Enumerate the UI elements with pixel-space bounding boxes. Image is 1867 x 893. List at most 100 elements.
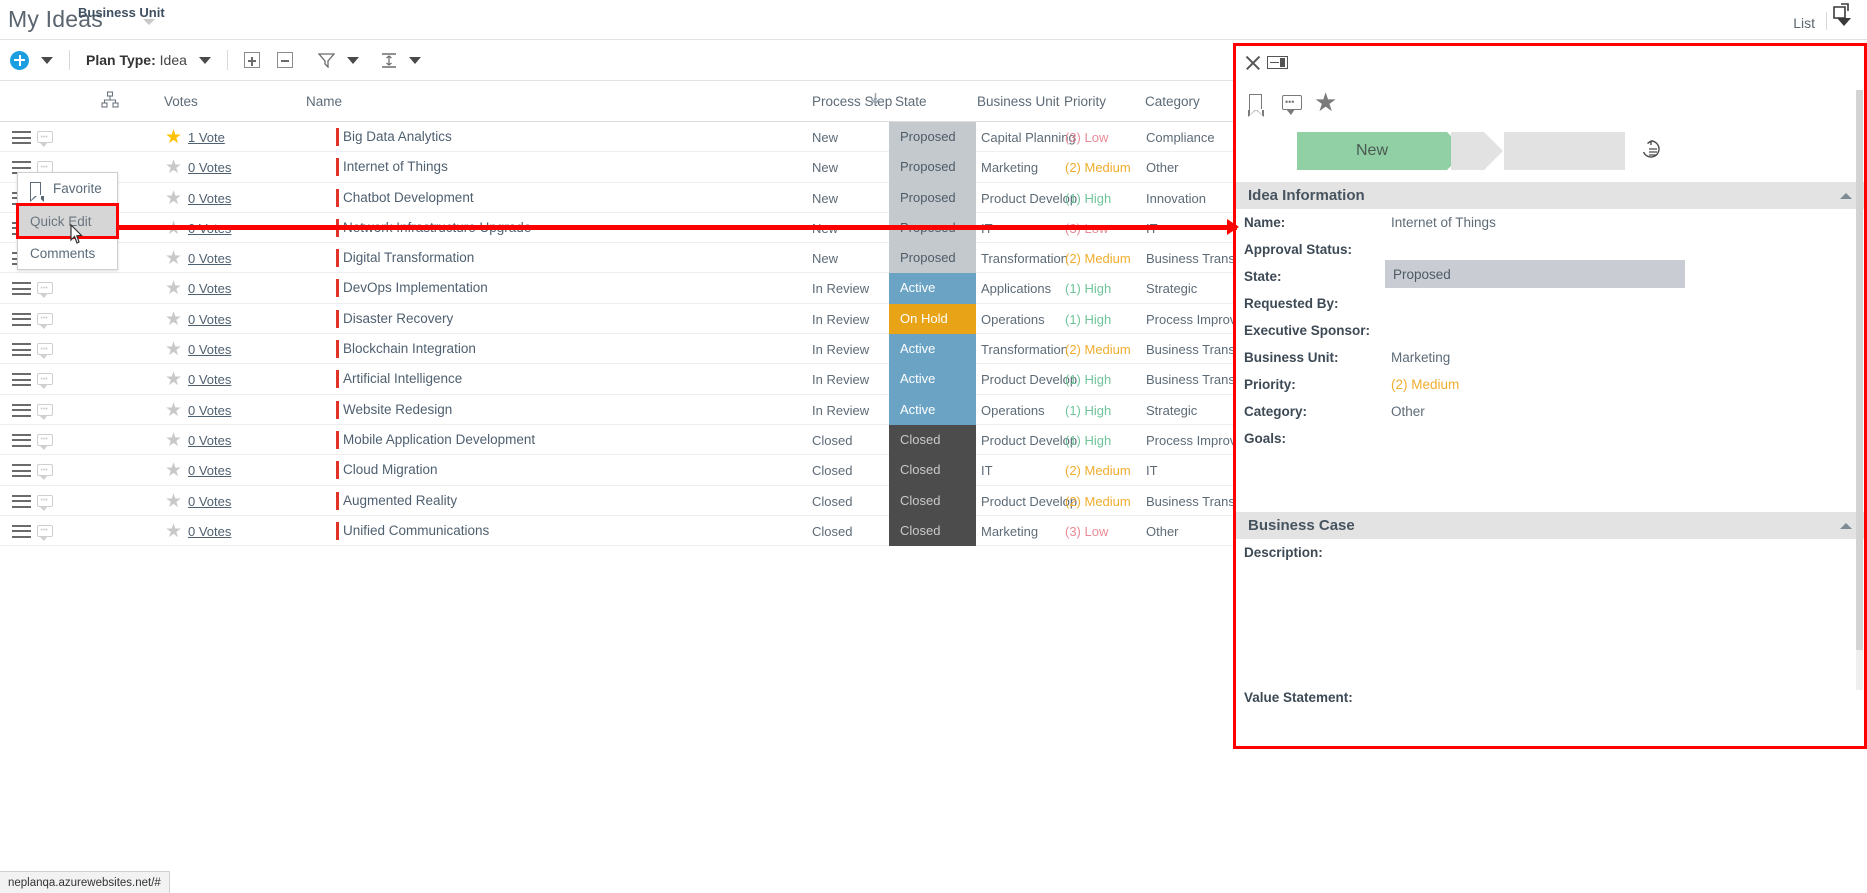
row-name-link[interactable]: Mobile Application Development bbox=[343, 432, 535, 447]
row-height-chevron-down-icon[interactable] bbox=[408, 56, 421, 64]
business-unit-filter-label[interactable]: Business Unit bbox=[78, 5, 165, 20]
row-comments-icon[interactable]: ••• bbox=[37, 494, 53, 511]
row-name-link[interactable]: Cloud Migration bbox=[343, 462, 438, 477]
row-name-link[interactable]: DevOps Implementation bbox=[343, 280, 488, 295]
row-favorite-star-icon[interactable]: ★ bbox=[165, 310, 182, 329]
bookmark-icon[interactable] bbox=[1248, 94, 1265, 117]
row-name-link[interactable]: Digital Transformation bbox=[343, 250, 474, 265]
row-votes-link[interactable]: 0 Votes bbox=[188, 524, 231, 539]
row-favorite-star-icon[interactable]: ★ bbox=[165, 401, 182, 420]
row-menu-icon[interactable] bbox=[12, 403, 31, 417]
row-name-link[interactable]: Internet of Things bbox=[343, 159, 448, 174]
context-menu-item-favorite[interactable]: Favorite bbox=[18, 173, 117, 205]
add-menu-chevron-down-icon[interactable] bbox=[41, 56, 53, 64]
row-favorite-star-icon[interactable]: ★ bbox=[165, 158, 182, 177]
row-votes-link[interactable]: 1 Vote bbox=[188, 130, 225, 145]
view-chevron-down-icon[interactable] bbox=[1837, 18, 1851, 26]
dock-panel-icon[interactable] bbox=[1267, 56, 1288, 69]
row-menu-icon[interactable] bbox=[12, 131, 31, 144]
row-votes-link[interactable]: 0 Votes bbox=[188, 312, 231, 327]
value-statement-value-area[interactable] bbox=[1236, 711, 1864, 746]
column-header-name[interactable]: Name bbox=[306, 94, 342, 109]
row-favorite-star-icon[interactable]: ★ bbox=[165, 522, 182, 541]
description-value-area[interactable] bbox=[1236, 566, 1864, 684]
row-favorite-star-icon[interactable]: ★ bbox=[165, 370, 182, 389]
section-header-idea-information[interactable]: Idea Information bbox=[1236, 182, 1864, 209]
field-value-state[interactable]: Proposed bbox=[1385, 260, 1685, 288]
row-favorite-star-icon[interactable]: ★ bbox=[165, 128, 182, 147]
row-menu-icon[interactable] bbox=[12, 464, 31, 478]
row-menu-icon[interactable] bbox=[12, 524, 31, 538]
sort-descending-icon[interactable] bbox=[869, 92, 882, 109]
collapse-all-icon[interactable] bbox=[276, 52, 293, 68]
row-comments-icon[interactable]: ••• bbox=[37, 312, 53, 329]
favorite-star-icon[interactable]: ★ bbox=[1314, 87, 1337, 118]
row-votes-link[interactable]: 0 Votes bbox=[188, 281, 231, 296]
panel-scrollbar-thumb[interactable] bbox=[1856, 90, 1863, 650]
row-name-link[interactable]: Chatbot Development bbox=[343, 190, 474, 205]
close-icon[interactable] bbox=[1244, 54, 1262, 72]
row-height-icon[interactable] bbox=[381, 52, 397, 69]
column-header-category[interactable]: Category bbox=[1145, 94, 1200, 109]
row-menu-icon[interactable] bbox=[12, 343, 31, 357]
row-comments-icon[interactable]: ••• bbox=[37, 282, 53, 299]
row-menu-icon[interactable] bbox=[12, 282, 31, 296]
panel-scrollbar[interactable] bbox=[1856, 90, 1863, 690]
comments-icon[interactable]: ••• bbox=[1282, 95, 1302, 115]
row-comments-icon[interactable]: ••• bbox=[37, 524, 53, 541]
history-icon[interactable] bbox=[1640, 138, 1662, 160]
row-comments-icon[interactable]: ••• bbox=[37, 464, 53, 481]
row-comments-icon[interactable]: ••• bbox=[37, 343, 53, 360]
row-comments-icon[interactable]: ••• bbox=[37, 433, 53, 450]
row-votes-link[interactable]: 0 Votes bbox=[188, 191, 231, 206]
row-menu-icon[interactable] bbox=[12, 373, 31, 387]
row-name-link[interactable]: Artificial Intelligence bbox=[343, 371, 462, 386]
collapse-chevron-up-icon-2[interactable] bbox=[1840, 522, 1852, 529]
row-name-link[interactable]: Augmented Reality bbox=[343, 493, 457, 508]
column-header-state[interactable]: State bbox=[895, 94, 927, 109]
row-votes-link[interactable]: 0 Votes bbox=[188, 251, 231, 266]
expand-all-icon[interactable] bbox=[243, 52, 260, 68]
row-votes-link[interactable]: 0 Votes bbox=[188, 433, 231, 448]
stage-next-2[interactable] bbox=[1504, 132, 1625, 170]
business-unit-chevron-down-icon[interactable] bbox=[143, 19, 155, 25]
row-menu-icon[interactable] bbox=[12, 312, 31, 326]
context-menu-item-quick-edit[interactable]: Quick Edit bbox=[16, 203, 119, 239]
hierarchy-icon[interactable] bbox=[101, 91, 119, 112]
row-comments-icon[interactable]: ••• bbox=[37, 131, 53, 147]
row-votes-link[interactable]: 0 Votes bbox=[188, 403, 231, 418]
row-comments-icon[interactable]: ••• bbox=[37, 403, 53, 420]
filter-chevron-down-icon[interactable] bbox=[346, 56, 359, 64]
row-votes-link[interactable]: 0 Votes bbox=[188, 160, 231, 175]
row-favorite-star-icon[interactable]: ★ bbox=[165, 219, 182, 238]
context-menu-item-comments[interactable]: Comments bbox=[18, 237, 117, 269]
column-header-business-unit[interactable]: Business Unit bbox=[977, 94, 1060, 109]
row-favorite-star-icon[interactable]: ★ bbox=[165, 189, 182, 208]
row-votes-link[interactable]: 0 Votes bbox=[188, 221, 231, 236]
row-name-link[interactable]: Disaster Recovery bbox=[343, 311, 453, 326]
row-favorite-star-icon[interactable]: ★ bbox=[165, 431, 182, 450]
row-menu-icon[interactable] bbox=[12, 494, 31, 508]
row-votes-link[interactable]: 0 Votes bbox=[188, 463, 231, 478]
row-favorite-star-icon[interactable]: ★ bbox=[165, 461, 182, 480]
row-name-link[interactable]: Website Redesign bbox=[343, 402, 452, 417]
filter-icon[interactable] bbox=[317, 52, 336, 69]
row-name-link[interactable]: Big Data Analytics bbox=[343, 129, 452, 144]
row-name-link[interactable]: Network Infrastructure Upgrade bbox=[343, 220, 531, 235]
row-votes-link[interactable]: 0 Votes bbox=[188, 372, 231, 387]
row-favorite-star-icon[interactable]: ★ bbox=[165, 279, 182, 298]
row-comments-icon[interactable]: ••• bbox=[37, 373, 53, 390]
plan-type-chevron-down-icon[interactable] bbox=[198, 56, 211, 64]
view-mode-label[interactable]: List bbox=[1793, 15, 1815, 31]
add-item-icon[interactable] bbox=[10, 50, 29, 70]
row-votes-link[interactable]: 0 Votes bbox=[188, 494, 231, 509]
plan-type-selector[interactable]: Plan Type: Idea bbox=[86, 52, 187, 68]
row-favorite-star-icon[interactable]: ★ bbox=[165, 492, 182, 511]
row-menu-icon[interactable] bbox=[12, 433, 31, 447]
stage-next-1[interactable] bbox=[1451, 132, 1503, 170]
row-name-link[interactable]: Unified Communications bbox=[343, 523, 489, 538]
column-header-votes[interactable]: Votes bbox=[164, 94, 198, 109]
row-favorite-star-icon[interactable]: ★ bbox=[165, 249, 182, 268]
row-name-link[interactable]: Blockchain Integration bbox=[343, 341, 476, 356]
row-votes-link[interactable]: 0 Votes bbox=[188, 342, 231, 357]
